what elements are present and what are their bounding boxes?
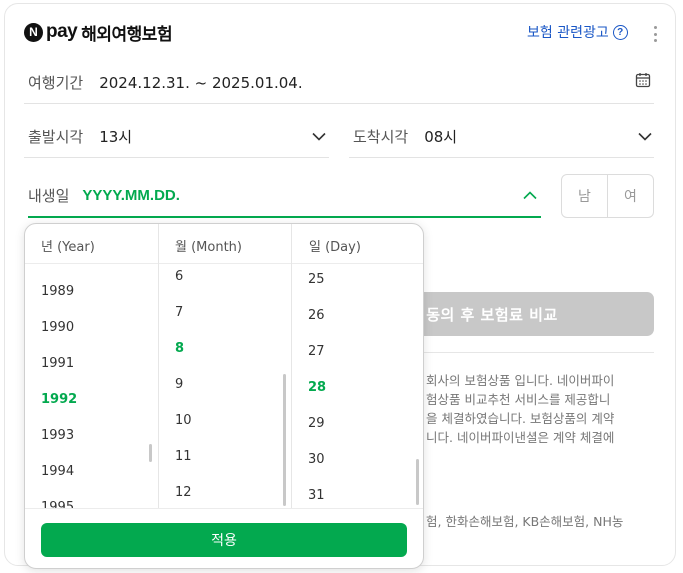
month-column[interactable]: 6 7 8 9 10 11 12 <box>159 264 291 509</box>
day-option[interactable]: 29 <box>308 416 325 431</box>
arrival-label: 도착시각 <box>353 128 409 146</box>
travel-period-field[interactable]: 여행기간 2024.12.31. ~ 2025.01.04. <box>28 72 303 93</box>
departure-divider <box>24 157 329 158</box>
day-option[interactable]: 25 <box>308 272 325 287</box>
date-picker-popup: 년 (Year) 월 (Month) 일 (Day) 1989 1990 199… <box>24 223 424 569</box>
month-column-header: 월 (Month) <box>175 240 242 255</box>
birthdate-field[interactable]: 내생일 YYYY.MM.DD. <box>28 185 180 206</box>
gender-male-button[interactable]: 남 <box>562 175 608 217</box>
day-option-selected[interactable]: 28 <box>308 380 326 395</box>
travel-period-label: 여행기간 <box>28 74 84 92</box>
day-scrollbar[interactable] <box>416 459 419 505</box>
notice-line: 을 체결하였습니다. 보험상품의 계약 <box>426 411 615 426</box>
chevron-up-icon[interactable] <box>523 191 537 200</box>
period-divider <box>24 103 654 104</box>
departure-time-select[interactable]: 출발시각 13시 <box>28 126 132 147</box>
notice-text: 회사의 보험상품 입니다. 네이버파이 험상품 비교추천 서비스를 제공합니 을… <box>426 371 666 447</box>
day-column[interactable]: 25 26 27 28 29 30 31 <box>292 264 423 509</box>
chevron-down-icon[interactable] <box>638 132 652 141</box>
month-option[interactable]: 11 <box>175 449 192 464</box>
more-vertical-icon[interactable] <box>652 26 658 42</box>
picker-header: 년 (Year) 월 (Month) 일 (Day) <box>25 224 423 264</box>
insurers-list: 험, 한화손해보험, KB손해보험, NH농 <box>426 514 624 529</box>
year-option-selected[interactable]: 1992 <box>41 392 77 407</box>
insurance-ad-link[interactable]: 보험 관련광고 ? <box>527 22 628 42</box>
month-option[interactable]: 10 <box>175 413 192 428</box>
departure-label: 출발시각 <box>28 128 84 146</box>
gender-female-button[interactable]: 여 <box>608 175 653 217</box>
month-option-selected[interactable]: 8 <box>175 341 184 356</box>
year-option[interactable]: 1994 <box>41 464 74 479</box>
birthdate-label: 내생일 <box>28 187 70 205</box>
notice-line: 험상품 비교추천 서비스를 제공합니 <box>426 392 611 407</box>
day-column-header: 일 (Day) <box>309 240 361 255</box>
naver-n-icon: N <box>24 22 43 42</box>
arrival-value: 08시 <box>424 128 458 146</box>
year-column[interactable]: 1989 1990 1991 1992 1993 1994 1995 <box>25 264 158 509</box>
month-option[interactable]: 6 <box>175 269 183 284</box>
notice-divider <box>420 352 654 353</box>
calendar-icon[interactable] <box>635 72 651 88</box>
notice-line: 회사의 보험상품 입니다. 네이버파이 <box>426 373 615 388</box>
birthdate-focus-underline <box>28 216 541 218</box>
arrival-time-select[interactable]: 도착시각 08시 <box>353 126 457 147</box>
year-option[interactable]: 1993 <box>41 428 74 443</box>
day-option[interactable]: 30 <box>308 452 325 467</box>
month-option[interactable]: 9 <box>175 377 183 392</box>
arrival-divider <box>349 157 654 158</box>
picker-footer: 적용 <box>25 508 423 568</box>
year-option[interactable]: 1990 <box>41 320 74 335</box>
page-title: 해외여행보험 <box>81 24 173 45</box>
brand-logo: N pay 해외여행보험 <box>24 21 173 45</box>
apply-button[interactable]: 적용 <box>41 523 407 557</box>
day-option[interactable]: 27 <box>308 344 325 359</box>
chevron-down-icon[interactable] <box>312 132 326 141</box>
birthdate-placeholder: YYYY.MM.DD. <box>82 187 180 204</box>
day-option[interactable]: 31 <box>308 488 325 503</box>
pay-wordmark: pay <box>46 21 78 42</box>
notice-line: 니다. 네이버파이낸셜은 계약 체결에 <box>426 430 615 445</box>
day-option[interactable]: 26 <box>308 308 325 323</box>
departure-value: 13시 <box>99 128 133 146</box>
travel-period-value: 2024.12.31. ~ 2025.01.04. <box>99 73 303 92</box>
question-circle-icon: ? <box>612 24 628 40</box>
gender-toggle: 남 여 <box>561 174 654 218</box>
year-column-header: 년 (Year) <box>41 240 95 255</box>
month-option[interactable]: 7 <box>175 305 183 320</box>
year-scrollbar[interactable] <box>149 444 152 462</box>
month-option[interactable]: 12 <box>175 485 192 500</box>
year-option[interactable]: 1989 <box>41 284 74 299</box>
ad-link-label: 보험 관련광고 <box>527 25 609 41</box>
year-option[interactable]: 1991 <box>41 356 74 371</box>
month-scrollbar[interactable] <box>283 374 286 506</box>
